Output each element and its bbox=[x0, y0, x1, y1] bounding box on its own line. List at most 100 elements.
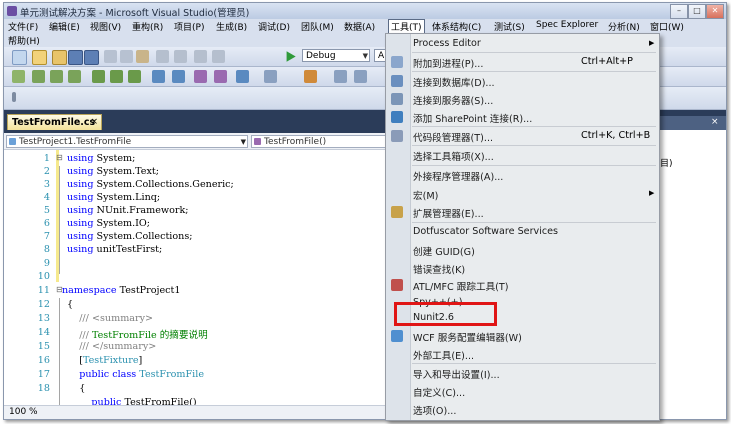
menu-item-options[interactable]: 选项(O)... bbox=[413, 403, 456, 417]
menu-item-macros[interactable]: 宏(M) bbox=[413, 188, 438, 202]
menu-item-dotfuscator[interactable]: Dotfuscator Software Services bbox=[413, 226, 558, 237]
menu-separator bbox=[412, 126, 656, 127]
menu-view[interactable]: 视图(V) bbox=[90, 20, 121, 33]
menu-item-addin-manager[interactable]: 外接程序管理器(A)... bbox=[413, 169, 503, 183]
line-number: 2 bbox=[43, 166, 50, 177]
menu-item-customize[interactable]: 自定义(C)... bbox=[413, 385, 465, 399]
menu-edit[interactable]: 编辑(E) bbox=[49, 20, 80, 33]
toolbar-icon-14[interactable] bbox=[304, 70, 317, 83]
class-dropdown[interactable]: TestProject1.TestFromFile ▼ bbox=[6, 135, 248, 148]
menu-team[interactable]: 团队(M) bbox=[301, 20, 334, 33]
menu-item-external-tools[interactable]: 外部工具(E)... bbox=[413, 348, 474, 362]
menu-file[interactable]: 文件(F) bbox=[8, 20, 38, 33]
method-icon bbox=[254, 138, 261, 145]
toolbar-icon-10[interactable] bbox=[194, 70, 207, 83]
copy-icon[interactable] bbox=[120, 50, 133, 63]
menu-item-code-snippets[interactable]: 代码段管理器(T)... bbox=[413, 130, 493, 144]
zoom-level[interactable]: 100 % bbox=[9, 407, 38, 417]
menu-item-extension-manager[interactable]: 扩展管理器(E)... bbox=[413, 206, 484, 220]
menu-separator bbox=[412, 52, 656, 53]
member-dropdown[interactable]: TestFromFile() bbox=[251, 135, 386, 148]
toolbar-icon-2[interactable] bbox=[32, 70, 45, 83]
toolbar-icon-7[interactable] bbox=[128, 70, 141, 83]
undo-icon[interactable] bbox=[156, 50, 169, 63]
toolbar-icon-13[interactable] bbox=[264, 70, 277, 83]
panel-close-icon[interactable]: × bbox=[711, 117, 719, 127]
toolbar-icon-15[interactable] bbox=[334, 70, 347, 83]
save-icon[interactable] bbox=[68, 50, 83, 65]
connect-server-icon bbox=[391, 93, 403, 105]
line-number: 17 bbox=[37, 369, 50, 380]
menu-debug[interactable]: 调试(D) bbox=[258, 20, 290, 33]
toolbar-icon-16[interactable] bbox=[354, 70, 367, 83]
code-line: /// TestFromFile 的摘要说明 bbox=[79, 330, 208, 341]
menu-help[interactable]: 帮助(H) bbox=[8, 34, 40, 47]
tab-testfromfile[interactable]: TestFromFile.cs × bbox=[7, 114, 102, 130]
menu-refactor[interactable]: 重构(R) bbox=[132, 20, 163, 33]
tab-label: TestFromFile.cs bbox=[12, 117, 96, 128]
minimize-button[interactable]: – bbox=[670, 4, 688, 19]
menu-item-create-guid[interactable]: 创建 GUID(G) bbox=[413, 244, 475, 258]
menu-item-atl-mfc-trace[interactable]: ATL/MFC 跟踪工具(T) bbox=[413, 279, 509, 293]
toolbar-icon-11[interactable] bbox=[214, 70, 227, 83]
code-line: /// </summary> bbox=[79, 341, 157, 352]
menu-window[interactable]: 窗口(W) bbox=[650, 20, 684, 33]
menu-item-attach-to-process[interactable]: 附加到进程(P)... bbox=[413, 56, 483, 70]
line-number: 8 bbox=[43, 244, 50, 255]
code-line: using System.Collections; bbox=[67, 231, 193, 242]
navigation-bar: TestProject1.TestFromFile ▼ TestFromFile… bbox=[4, 133, 388, 150]
menu-test[interactable]: 测试(S) bbox=[494, 20, 525, 33]
menu-item-add-sharepoint[interactable]: 添加 SharePoint 连接(R)... bbox=[413, 111, 532, 125]
toolbar-icon-3[interactable] bbox=[50, 70, 63, 83]
navigate-forward-icon[interactable] bbox=[212, 50, 225, 63]
toolbar-icon-8[interactable] bbox=[152, 70, 165, 83]
save-all-icon[interactable] bbox=[84, 50, 99, 65]
member-dropdown-value: TestFromFile() bbox=[264, 137, 327, 147]
atl-mfc-trace-icon bbox=[391, 279, 403, 291]
code-line: namespace TestProject1 bbox=[62, 285, 181, 296]
menu-tools[interactable]: 工具(T) bbox=[388, 19, 425, 33]
toolbar-icon-4[interactable] bbox=[68, 70, 81, 83]
toolbar-icon-5[interactable] bbox=[92, 70, 105, 83]
wcf-config-icon bbox=[391, 330, 403, 342]
solution-configuration-value: Debug bbox=[306, 51, 336, 61]
menu-item-choose-toolbox[interactable]: 选择工具箱项(X)... bbox=[413, 149, 494, 163]
start-debugging-icon[interactable] bbox=[286, 51, 296, 62]
menu-item-process-editor[interactable]: Process Editor bbox=[413, 38, 481, 49]
code-line: public class TestFromFile bbox=[79, 369, 204, 380]
close-button[interactable]: ✕ bbox=[706, 4, 724, 19]
menu-item-error-lookup[interactable]: 错误查找(K) bbox=[413, 262, 465, 276]
toolbar-icon-9[interactable] bbox=[172, 70, 185, 83]
toolbar-icon-1[interactable] bbox=[12, 70, 25, 83]
menu-architecture[interactable]: 体系结构(C) bbox=[432, 20, 481, 33]
solution-configuration-select[interactable]: Debug ▼ bbox=[302, 49, 370, 62]
paste-icon[interactable] bbox=[136, 50, 149, 63]
collapse-icon[interactable]: ⊟ bbox=[56, 153, 63, 162]
toolbar-icon-12[interactable] bbox=[236, 70, 249, 83]
shortcut-attach-to-process: Ctrl+Alt+P bbox=[581, 56, 633, 67]
menu-data[interactable]: 数据(A) bbox=[344, 20, 375, 33]
menu-item-import-export-settings[interactable]: 导入和导出设置(I)... bbox=[413, 367, 500, 381]
redo-icon[interactable] bbox=[174, 50, 187, 63]
toolbar-icon-6[interactable] bbox=[110, 70, 123, 83]
close-tab-icon[interactable]: × bbox=[90, 115, 98, 130]
menu-item-wcf-config[interactable]: WCF 服务配置编辑器(W) bbox=[413, 330, 522, 344]
cut-icon[interactable] bbox=[104, 50, 117, 63]
menu-item-connect-database[interactable]: 连接到数据库(D)... bbox=[413, 75, 495, 89]
line-number: 7 bbox=[43, 231, 50, 242]
menu-item-connect-server[interactable]: 连接到服务器(S)... bbox=[413, 93, 493, 107]
toolbar-grip-icon bbox=[12, 92, 16, 102]
code-line: using System; bbox=[67, 153, 136, 164]
add-item-icon[interactable] bbox=[32, 50, 47, 65]
code-line: using System.Collections.Generic; bbox=[67, 179, 234, 190]
code-editor[interactable]: ⊟ ⊟ 1 2 3 4 5 6 7 8 9 10 11 12 13 14 15 … bbox=[4, 150, 388, 405]
new-project-icon[interactable] bbox=[12, 50, 27, 65]
navigate-back-icon[interactable] bbox=[194, 50, 207, 63]
menu-analyze[interactable]: 分析(N) bbox=[608, 20, 640, 33]
menu-build[interactable]: 生成(B) bbox=[216, 20, 247, 33]
menu-project[interactable]: 项目(P) bbox=[174, 20, 204, 33]
open-folder-icon[interactable] bbox=[52, 50, 67, 65]
menu-spec-explorer[interactable]: Spec Explorer bbox=[536, 20, 598, 30]
class-dropdown-value: TestProject1.TestFromFile bbox=[19, 137, 132, 147]
maximize-button[interactable]: □ bbox=[688, 4, 706, 19]
